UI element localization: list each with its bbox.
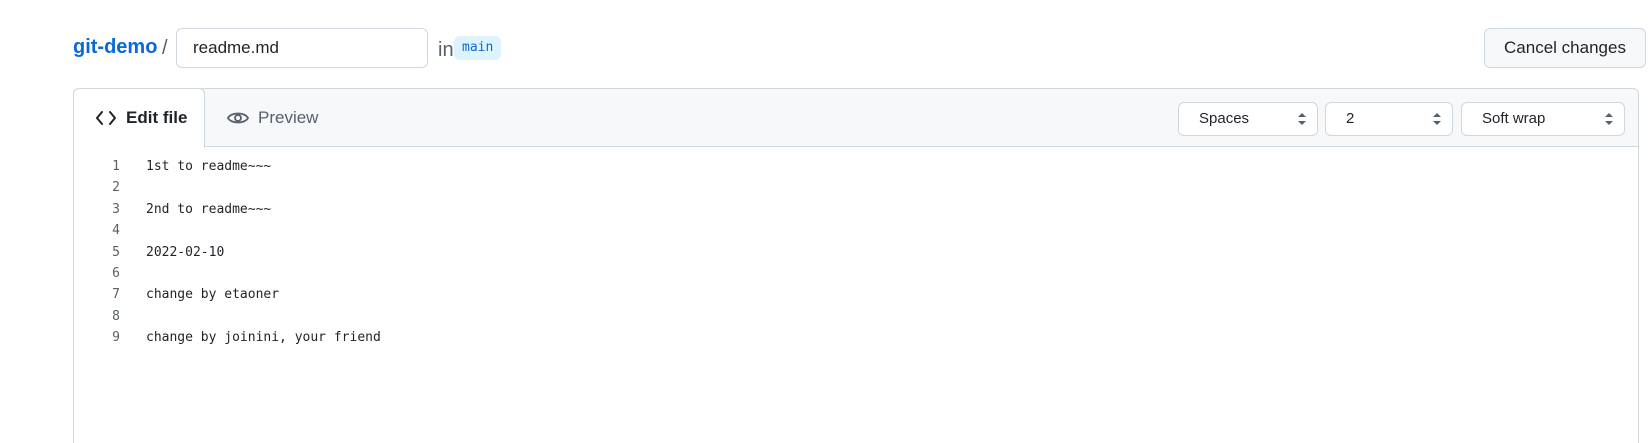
code-line[interactable]: 7 change by etaoner: [74, 287, 1638, 309]
tab-preview-label: Preview: [258, 108, 319, 127]
line-content: change by joinini, your friend: [146, 330, 381, 346]
repo-link[interactable]: git-demo: [73, 36, 157, 59]
line-number: 5: [112, 244, 120, 260]
line-content: 2022-02-10: [146, 244, 225, 260]
cancel-changes-button[interactable]: Cancel changes: [1484, 28, 1646, 68]
code-line[interactable]: 4: [74, 223, 1638, 245]
select-caret-icon: [1605, 113, 1613, 125]
code-line[interactable]: 2: [74, 180, 1638, 202]
tab-edit-file-label: Edit file: [126, 108, 188, 127]
line-number: 6: [112, 266, 120, 281]
select-caret-icon: [1433, 113, 1441, 125]
wrap-mode-value: Soft wrap: [1482, 110, 1546, 127]
file-path-bar: git-demo / in main Cancel changes: [73, 28, 1652, 68]
filename-input[interactable]: [176, 28, 428, 68]
eye-icon: [226, 106, 250, 130]
line-number: 8: [112, 308, 120, 324]
tab-preview[interactable]: Preview: [226, 88, 318, 148]
code-line[interactable]: 8: [74, 309, 1638, 331]
code-line[interactable]: 5 2022-02-10: [74, 245, 1638, 267]
line-number: 1: [112, 159, 120, 174]
wrap-mode-select[interactable]: Soft wrap: [1461, 102, 1625, 136]
indent-mode-select[interactable]: Spaces: [1178, 102, 1318, 136]
line-content: 2nd to readme~~~: [146, 201, 272, 217]
code-editor-area[interactable]: 1 1st to readme~~~ 2 3 2nd to readme~~~ 4 5 202…: [74, 159, 1638, 443]
code-icon: [94, 106, 118, 130]
editor-toolbar: Edit file Preview Spaces 2 Soft wrap: [73, 88, 1638, 148]
indent-mode-value: Spaces: [1199, 110, 1250, 127]
indent-size-select[interactable]: 2: [1325, 102, 1453, 136]
line-number: 3: [112, 201, 120, 217]
line-number: 4: [112, 223, 120, 239]
code-line[interactable]: 6: [74, 266, 1638, 288]
code-line[interactable]: 9 change by joinini, your friend: [74, 330, 1638, 352]
path-separator: /: [162, 37, 168, 59]
line-number: 9: [112, 330, 120, 346]
select-caret-icon: [1298, 113, 1306, 125]
tab-edit-file[interactable]: Edit file: [73, 88, 205, 148]
branch-badge[interactable]: main: [454, 36, 502, 60]
line-number: 7: [112, 287, 120, 303]
line-content: change by etaoner: [146, 287, 280, 303]
file-editor: Edit file Preview Spaces 2 Soft wrap 1 1s…: [73, 88, 1639, 443]
in-label: in: [438, 39, 454, 61]
code-line[interactable]: 1 1st to readme~~~: [74, 159, 1638, 181]
line-number: 2: [112, 180, 120, 196]
code-line[interactable]: 3 2nd to readme~~~: [74, 202, 1638, 224]
line-content: 1st to readme~~~: [146, 159, 272, 174]
indent-size-value: 2: [1346, 110, 1355, 127]
